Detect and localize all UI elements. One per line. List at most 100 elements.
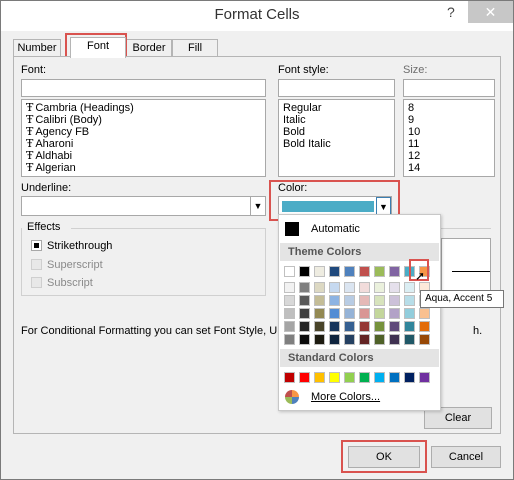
- theme-shade-swatch[interactable]: [344, 282, 355, 293]
- theme-color-swatch[interactable]: [374, 266, 385, 277]
- theme-shade-swatch[interactable]: [389, 282, 400, 293]
- theme-shade-swatch[interactable]: [299, 334, 310, 345]
- font-style-item[interactable]: Italic: [279, 114, 394, 126]
- standard-color-swatch[interactable]: [314, 372, 325, 383]
- theme-color-swatch[interactable]: [284, 266, 295, 277]
- theme-color-swatch[interactable]: [314, 266, 325, 277]
- font-style-item[interactable]: Bold Italic: [279, 138, 394, 150]
- automatic-swatch[interactable]: [285, 222, 299, 236]
- theme-shade-swatch[interactable]: [359, 308, 370, 319]
- tab-font[interactable]: Font: [70, 37, 126, 58]
- size-item[interactable]: 8: [404, 102, 494, 114]
- theme-color-swatch[interactable]: [359, 266, 370, 277]
- chevron-down-icon[interactable]: ▼: [250, 197, 265, 215]
- theme-shade-swatch[interactable]: [329, 321, 340, 332]
- theme-color-swatch[interactable]: [329, 266, 340, 277]
- theme-color-swatch[interactable]: [299, 266, 310, 277]
- standard-color-swatch[interactable]: [284, 372, 295, 383]
- size-item[interactable]: 14: [404, 162, 494, 174]
- theme-shade-swatch[interactable]: [404, 321, 415, 332]
- font-list-item[interactable]: Ŧ Algerian: [22, 162, 265, 175]
- ok-button[interactable]: OK: [348, 446, 420, 468]
- cancel-button[interactable]: Cancel: [431, 446, 501, 468]
- font-list-item[interactable]: Ŧ Aharoni: [22, 138, 265, 151]
- font-style-input[interactable]: [278, 79, 395, 97]
- font-input[interactable]: [21, 79, 266, 97]
- theme-shade-swatch[interactable]: [344, 334, 355, 345]
- theme-shade-swatch[interactable]: [359, 334, 370, 345]
- tab-number[interactable]: Number: [13, 39, 61, 57]
- theme-shade-swatch[interactable]: [284, 282, 295, 293]
- color-dropdown[interactable]: ▼: [278, 196, 392, 216]
- automatic-option[interactable]: Automatic: [311, 223, 360, 235]
- font-style-item[interactable]: Bold: [279, 126, 394, 138]
- font-list-item[interactable]: Ŧ Calibri (Body): [22, 114, 265, 127]
- font-list-item[interactable]: Ŧ Agency FB: [22, 126, 265, 139]
- theme-shade-swatch[interactable]: [299, 295, 310, 306]
- underline-dropdown[interactable]: ▼: [21, 196, 266, 216]
- theme-shade-swatch[interactable]: [284, 334, 295, 345]
- theme-shade-swatch[interactable]: [329, 334, 340, 345]
- theme-shade-swatch[interactable]: [329, 308, 340, 319]
- size-input[interactable]: [403, 79, 495, 97]
- theme-shade-swatch[interactable]: [389, 295, 400, 306]
- theme-shade-swatch[interactable]: [314, 321, 325, 332]
- size-list[interactable]: 8 9 10 11 12 14: [403, 99, 495, 177]
- theme-shade-swatch[interactable]: [359, 321, 370, 332]
- more-colors-link[interactable]: More Colors...: [311, 391, 380, 403]
- standard-color-swatch[interactable]: [419, 372, 430, 383]
- theme-shade-swatch[interactable]: [404, 334, 415, 345]
- size-item[interactable]: 12: [404, 150, 494, 162]
- theme-shade-swatch[interactable]: [389, 308, 400, 319]
- close-button[interactable]: ✕: [468, 1, 513, 23]
- font-list[interactable]: Ŧ Cambria (Headings) Ŧ Calibri (Body) Ŧ Age…: [21, 99, 266, 177]
- theme-shade-swatch[interactable]: [359, 295, 370, 306]
- help-icon[interactable]: ?: [447, 4, 455, 20]
- theme-shade-swatch[interactable]: [299, 321, 310, 332]
- theme-shade-swatch[interactable]: [404, 295, 415, 306]
- theme-shade-swatch[interactable]: [389, 321, 400, 332]
- theme-shade-swatch[interactable]: [404, 308, 415, 319]
- standard-color-swatch[interactable]: [299, 372, 310, 383]
- font-list-item[interactable]: Ŧ Cambria (Headings): [22, 102, 265, 115]
- theme-shade-swatch[interactable]: [389, 334, 400, 345]
- theme-color-swatch[interactable]: [344, 266, 355, 277]
- font-style-list[interactable]: Regular Italic Bold Bold Italic: [278, 99, 395, 177]
- theme-shade-swatch[interactable]: [314, 308, 325, 319]
- chevron-down-icon[interactable]: ▼: [376, 197, 391, 215]
- theme-color-swatch[interactable]: [389, 266, 400, 277]
- theme-shade-swatch[interactable]: [374, 282, 385, 293]
- theme-shade-swatch[interactable]: [284, 308, 295, 319]
- theme-shade-swatch[interactable]: [359, 282, 370, 293]
- theme-shade-swatch[interactable]: [374, 334, 385, 345]
- theme-shade-swatch[interactable]: [329, 282, 340, 293]
- standard-color-swatch[interactable]: [374, 372, 385, 383]
- standard-color-swatch[interactable]: [344, 372, 355, 383]
- theme-shade-swatch[interactable]: [284, 295, 295, 306]
- font-list-item[interactable]: Ŧ Aldhabi: [22, 150, 265, 163]
- theme-shade-swatch[interactable]: [299, 308, 310, 319]
- font-style-item[interactable]: Regular: [279, 102, 394, 114]
- theme-shade-swatch[interactable]: [329, 295, 340, 306]
- theme-shade-swatch[interactable]: [314, 295, 325, 306]
- theme-shade-swatch[interactable]: [404, 282, 415, 293]
- theme-shade-swatch[interactable]: [299, 282, 310, 293]
- theme-shade-swatch[interactable]: [344, 308, 355, 319]
- tab-fill[interactable]: Fill: [172, 39, 218, 57]
- standard-color-swatch[interactable]: [329, 372, 340, 383]
- size-item[interactable]: 10: [404, 126, 494, 138]
- standard-color-swatch[interactable]: [389, 372, 400, 383]
- size-item[interactable]: 11: [404, 138, 494, 150]
- tab-border[interactable]: Border: [126, 39, 172, 57]
- theme-shade-swatch[interactable]: [344, 321, 355, 332]
- theme-shade-swatch[interactable]: [374, 295, 385, 306]
- size-item[interactable]: 9: [404, 114, 494, 126]
- theme-shade-swatch[interactable]: [344, 295, 355, 306]
- theme-shade-swatch[interactable]: [374, 321, 385, 332]
- standard-color-swatch[interactable]: [404, 372, 415, 383]
- theme-shade-swatch[interactable]: [284, 321, 295, 332]
- theme-shade-swatch[interactable]: [419, 334, 430, 345]
- theme-shade-swatch[interactable]: [314, 282, 325, 293]
- theme-shade-swatch[interactable]: [419, 321, 430, 332]
- theme-shade-swatch[interactable]: [419, 308, 430, 319]
